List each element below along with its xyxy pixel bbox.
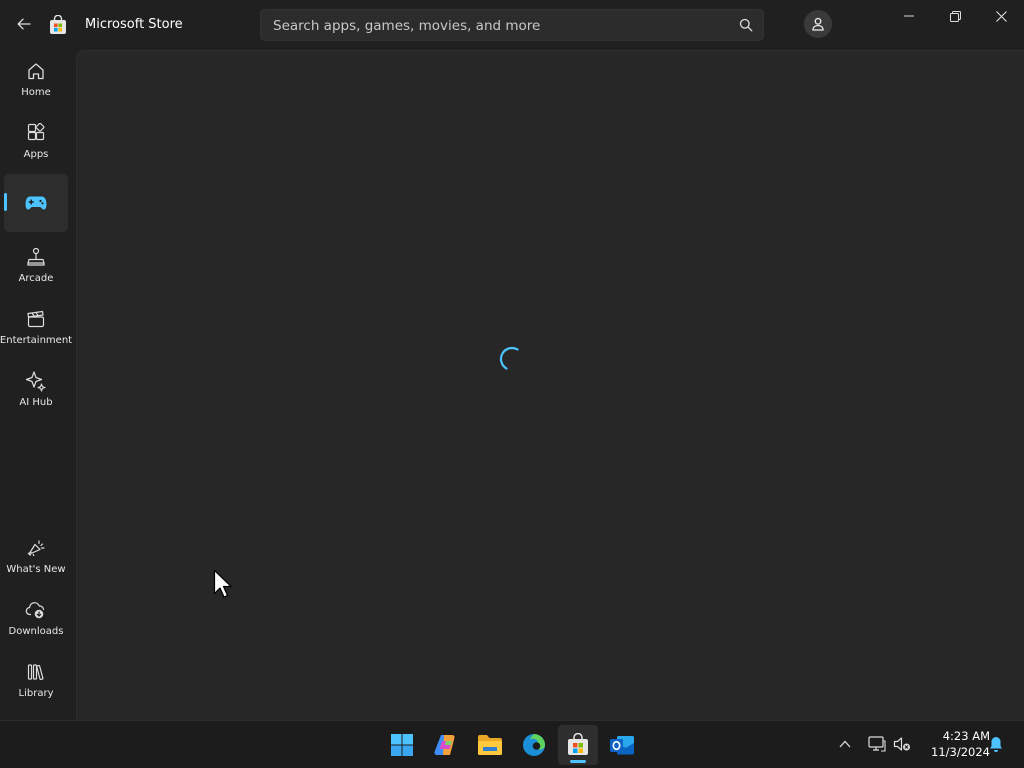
window-title: Microsoft Store	[85, 17, 183, 32]
store-app-icon	[48, 14, 68, 35]
taskbar-outlook-button[interactable]	[602, 725, 642, 765]
tray-overflow-button[interactable]	[834, 733, 856, 755]
outlook-icon	[610, 736, 634, 755]
arrow-left-icon	[17, 18, 31, 30]
sidebar-item-arcade[interactable]: Arcade	[4, 236, 68, 294]
volume-muted-icon	[893, 737, 910, 751]
loading-spinner	[499, 346, 519, 370]
profile-button[interactable]	[804, 10, 832, 38]
search-input[interactable]	[271, 10, 725, 42]
close-icon	[995, 10, 1007, 22]
clock-time: 4:23 AM	[942, 729, 990, 743]
network-icon	[868, 736, 886, 752]
back-button[interactable]	[12, 13, 36, 35]
sidebar-item-home[interactable]: Home	[4, 50, 68, 108]
file-explorer-icon	[478, 735, 502, 755]
bell-icon	[990, 736, 1002, 752]
windows-start-icon	[391, 734, 413, 756]
sidebar-item-downloads[interactable]: Downloads	[4, 589, 68, 647]
gaming-controller-icon	[25, 192, 47, 214]
sidebar-item-label: AI Hub	[19, 397, 53, 408]
sidebar-nav: Home Apps Arcade Entertainment AI Hub Wh…	[0, 50, 72, 720]
sidebar-item-gaming[interactable]	[4, 174, 68, 232]
sidebar-item-entertainment[interactable]: Entertainment	[0, 298, 72, 356]
restore-button[interactable]	[932, 0, 978, 32]
store-icon	[568, 733, 588, 755]
sidebar-item-label: Entertainment	[0, 335, 73, 346]
title-bar: Microsoft Store	[0, 0, 1024, 50]
sidebar-item-label: Library	[18, 688, 54, 699]
network-status-button[interactable]	[866, 733, 888, 755]
volume-button[interactable]	[891, 733, 913, 755]
library-icon	[25, 661, 47, 683]
search-box[interactable]	[260, 9, 764, 42]
notifications-button[interactable]	[985, 733, 1007, 755]
search-icon[interactable]	[739, 18, 753, 32]
active-app-indicator	[570, 760, 586, 763]
joystick-icon	[25, 246, 47, 268]
taskbar-store-button[interactable]	[558, 725, 598, 765]
apps-icon	[25, 122, 47, 144]
sidebar-item-whats-new[interactable]: What's New	[4, 527, 68, 585]
sidebar-item-label: Apps	[23, 149, 49, 160]
taskbar-edge-button[interactable]	[514, 725, 554, 765]
sidebar-item-label: Downloads	[8, 626, 64, 637]
main-content	[76, 50, 1024, 720]
clapperboard-icon	[25, 308, 47, 330]
taskbar: 4:23 AM 11/3/2024	[0, 720, 1024, 768]
megaphone-icon	[25, 537, 47, 559]
minimize-button[interactable]	[886, 0, 932, 32]
taskbar-clock[interactable]: 4:23 AM 11/3/2024	[916, 728, 990, 760]
home-icon	[25, 60, 47, 82]
sidebar-item-label: What's New	[6, 564, 66, 575]
taskbar-file-explorer-button[interactable]	[470, 725, 510, 765]
sidebar-item-label: Arcade	[18, 273, 54, 284]
selection-indicator	[4, 193, 7, 211]
taskbar-copilot-button[interactable]	[426, 725, 466, 765]
edge-icon	[523, 734, 545, 756]
mouse-pointer-icon	[213, 569, 232, 598]
copilot-icon	[434, 735, 455, 755]
sidebar-item-ai-hub[interactable]: AI Hub	[4, 360, 68, 418]
clock-date: 11/3/2024	[931, 745, 990, 759]
chevron-up-icon	[839, 740, 851, 748]
taskbar-start-button[interactable]	[382, 725, 422, 765]
restore-icon	[949, 10, 961, 22]
sidebar-item-library[interactable]: Library	[4, 651, 68, 709]
minimize-icon	[904, 15, 914, 17]
sparkle-icon	[25, 370, 47, 392]
cloud-download-icon	[25, 599, 47, 621]
sidebar-item-label: Home	[21, 87, 51, 98]
close-button[interactable]	[978, 0, 1024, 32]
sidebar-item-apps[interactable]: Apps	[4, 112, 68, 170]
person-icon	[812, 17, 824, 31]
